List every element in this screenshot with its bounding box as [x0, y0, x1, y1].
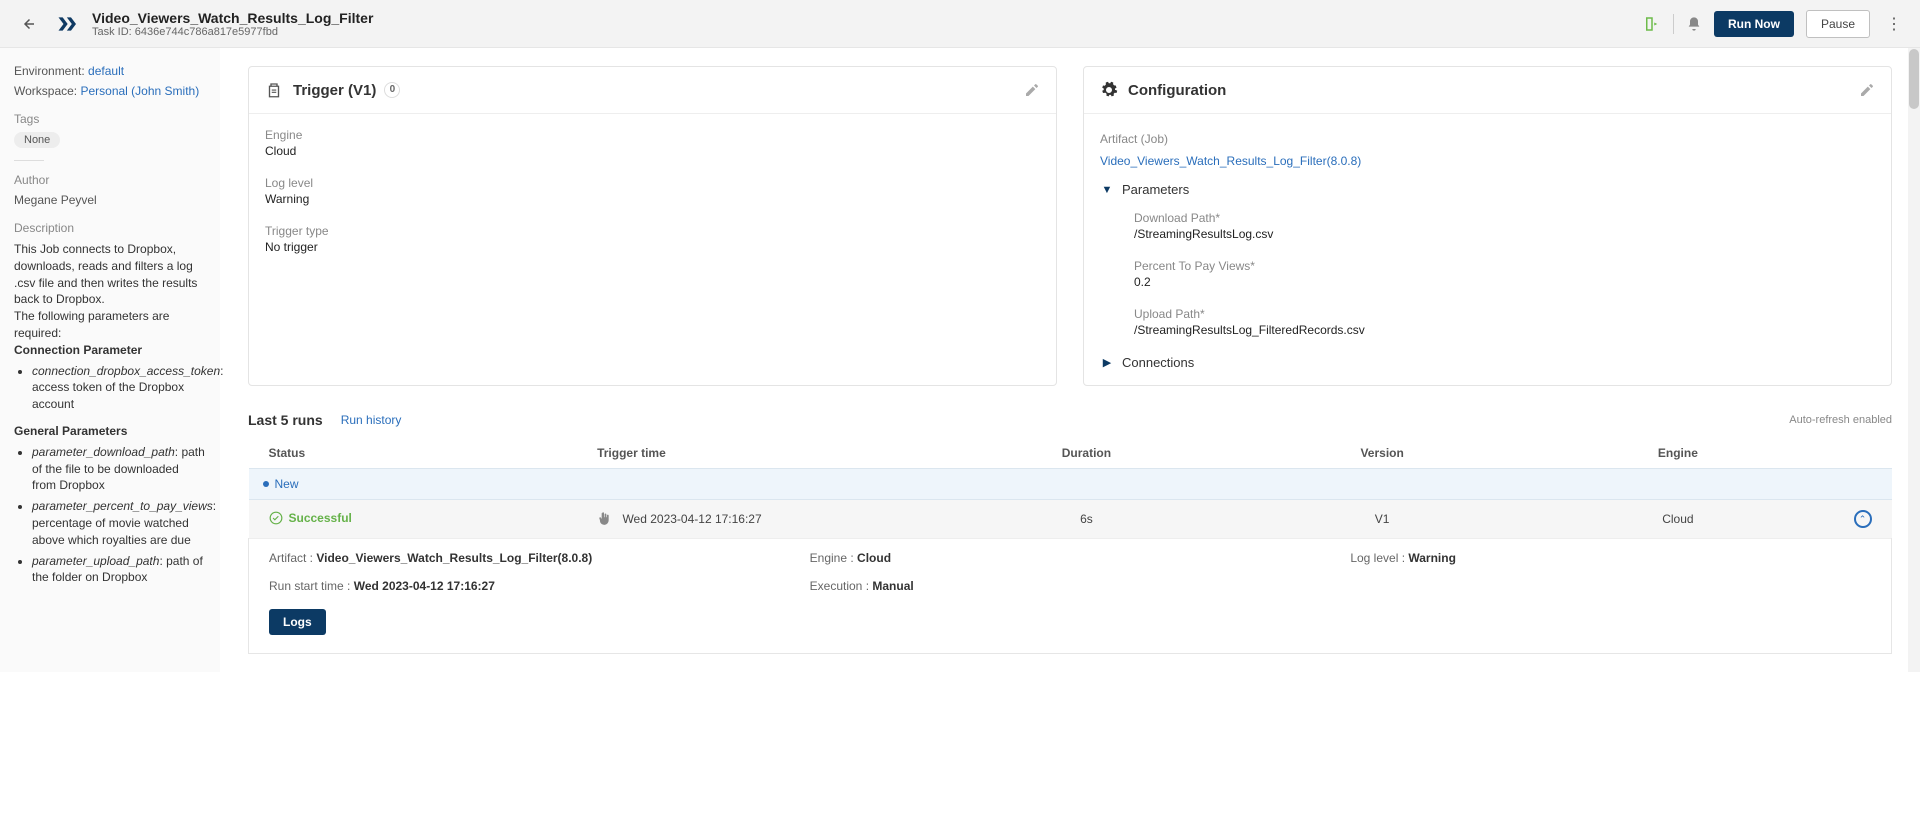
- back-button[interactable]: [14, 10, 42, 38]
- detail-execution-label: Execution :: [810, 579, 873, 593]
- more-menu-button[interactable]: ⋮: [1882, 14, 1906, 34]
- env-row: Environment: default: [14, 64, 206, 78]
- detail-artifact-value: Video_Viewers_Watch_Results_Log_Filter(8…: [316, 551, 592, 565]
- author-heading: Author: [14, 173, 206, 187]
- workspace-row: Workspace: Personal (John Smith): [14, 84, 206, 98]
- connections-expander[interactable]: ▶ Connections: [1100, 355, 1875, 370]
- run-engine: Cloud: [1530, 500, 1826, 539]
- separator: [1673, 14, 1674, 34]
- configuration-card-title: Configuration: [1128, 82, 1226, 99]
- tag-chip: None: [14, 132, 60, 148]
- trigger-type-label: Trigger type: [265, 224, 1040, 238]
- chevron-up-icon: ⌃: [1859, 514, 1867, 525]
- page-title: Video_Viewers_Watch_Results_Log_Filter: [92, 10, 1643, 26]
- sidebar: Environment: default Workspace: Personal…: [0, 48, 220, 672]
- run-trigger-time: Wed 2023-04-12 17:16:27: [622, 512, 761, 526]
- engine-value: Cloud: [265, 144, 1040, 158]
- new-label: New: [275, 477, 299, 491]
- param-percent-label: Percent To Pay Views*: [1134, 259, 1875, 273]
- runs-title: Last 5 runs: [248, 412, 323, 428]
- runs-table: Status Trigger time Duration Version Eng…: [248, 438, 1892, 654]
- detail-engine-label: Engine :: [810, 551, 857, 565]
- exit-door-icon[interactable]: [1643, 15, 1661, 33]
- detail-loglevel-value: Warning: [1408, 551, 1456, 565]
- col-engine: Engine: [1530, 438, 1826, 469]
- col-trigger-time: Trigger time: [577, 438, 938, 469]
- author-value: Megane Peyvel: [14, 193, 206, 207]
- param-percent-value: 0.2: [1134, 275, 1875, 289]
- edit-trigger-button[interactable]: [1024, 82, 1040, 98]
- detail-loglevel-label: Log level :: [1350, 551, 1408, 565]
- trigger-type-value: No trigger: [265, 240, 1040, 254]
- trigger-count-badge: 0: [384, 82, 400, 98]
- status-badge: Successful: [269, 511, 352, 525]
- parameters-expander[interactable]: ▼ Parameters: [1100, 182, 1875, 197]
- trigger-card: Trigger (V1) 0 Engine Cloud Log level Wa…: [248, 66, 1057, 386]
- scrollbar[interactable]: [1908, 48, 1920, 672]
- param-download-path-value: /StreamingResultsLog.csv: [1134, 227, 1875, 241]
- auto-refresh-label: Auto-refresh enabled: [1789, 414, 1892, 426]
- description-body: This Job connects to Dropbox, downloads,…: [14, 241, 206, 586]
- arrow-left-icon: [19, 15, 37, 33]
- loglevel-value: Warning: [265, 192, 1040, 206]
- task-id-label: Task ID: 6436e744c786a817e5977fbd: [92, 26, 1643, 38]
- param-download-path-label: Download Path*: [1134, 211, 1875, 225]
- run-detail-row: Artifact : Video_Viewers_Watch_Results_L…: [249, 539, 1892, 654]
- edit-configuration-button[interactable]: [1859, 82, 1875, 98]
- detail-start-label: Run start time :: [269, 579, 354, 593]
- clipboard-icon: [265, 81, 283, 99]
- run-history-link[interactable]: Run history: [341, 413, 402, 427]
- col-version: Version: [1234, 438, 1530, 469]
- trigger-card-title: Trigger (V1): [293, 82, 376, 99]
- runs-new-separator: New: [249, 469, 1892, 500]
- run-row[interactable]: Successful Wed 2023-04-12 17:16:27 6s V1…: [249, 500, 1892, 539]
- env-link[interactable]: default: [88, 64, 124, 78]
- detail-start-value: Wed 2023-04-12 17:16:27: [354, 579, 495, 593]
- check-circle-icon: [269, 511, 283, 525]
- run-version: V1: [1234, 500, 1530, 539]
- topbar: Video_Viewers_Watch_Results_Log_Filter T…: [0, 0, 1920, 48]
- scrollbar-thumb[interactable]: [1909, 49, 1919, 109]
- detail-artifact-label: Artifact :: [269, 551, 316, 565]
- new-dot-icon: [263, 481, 269, 487]
- col-duration: Duration: [939, 438, 1235, 469]
- artifact-label: Artifact (Job): [1100, 132, 1875, 146]
- collapse-run-button[interactable]: ⌃: [1854, 510, 1872, 528]
- param-upload-path-value: /StreamingResultsLog_FilteredRecords.csv: [1134, 323, 1875, 337]
- run-now-button[interactable]: Run Now: [1714, 11, 1794, 37]
- loglevel-label: Log level: [265, 176, 1040, 190]
- tags-heading: Tags: [14, 112, 206, 126]
- runs-table-header: Status Trigger time Duration Version Eng…: [249, 438, 1892, 469]
- parameters-label: Parameters: [1122, 182, 1189, 197]
- app-logo-icon: [54, 12, 78, 36]
- pencil-icon: [1024, 82, 1040, 98]
- artifact-link[interactable]: Video_Viewers_Watch_Results_Log_Filter(8…: [1100, 154, 1875, 168]
- detail-engine-value: Cloud: [857, 551, 891, 565]
- col-status: Status: [249, 438, 578, 469]
- configuration-card: Configuration Artifact (Job) Video_Viewe…: [1083, 66, 1892, 386]
- pause-button[interactable]: Pause: [1806, 10, 1870, 38]
- detail-execution-value: Manual: [872, 579, 913, 593]
- env-label: Environment:: [14, 64, 85, 78]
- logs-button[interactable]: Logs: [269, 609, 326, 635]
- gear-icon: [1100, 81, 1118, 99]
- bell-icon[interactable]: [1686, 16, 1702, 32]
- chevron-right-icon: ▶: [1100, 356, 1114, 369]
- pencil-icon: [1859, 82, 1875, 98]
- runs-header: Last 5 runs Run history Auto-refresh ena…: [248, 412, 1892, 428]
- divider: [14, 160, 44, 161]
- workspace-link[interactable]: Personal (John Smith): [80, 84, 199, 98]
- title-block: Video_Viewers_Watch_Results_Log_Filter T…: [92, 10, 1643, 38]
- run-duration: 6s: [939, 500, 1235, 539]
- connections-label: Connections: [1122, 355, 1194, 370]
- manual-trigger-icon: [597, 512, 611, 526]
- workspace-label: Workspace:: [14, 84, 77, 98]
- main-content: Trigger (V1) 0 Engine Cloud Log level Wa…: [220, 48, 1920, 672]
- param-upload-path-label: Upload Path*: [1134, 307, 1875, 321]
- engine-label: Engine: [265, 128, 1040, 142]
- description-heading: Description: [14, 221, 206, 235]
- chevron-down-icon: ▼: [1100, 184, 1114, 196]
